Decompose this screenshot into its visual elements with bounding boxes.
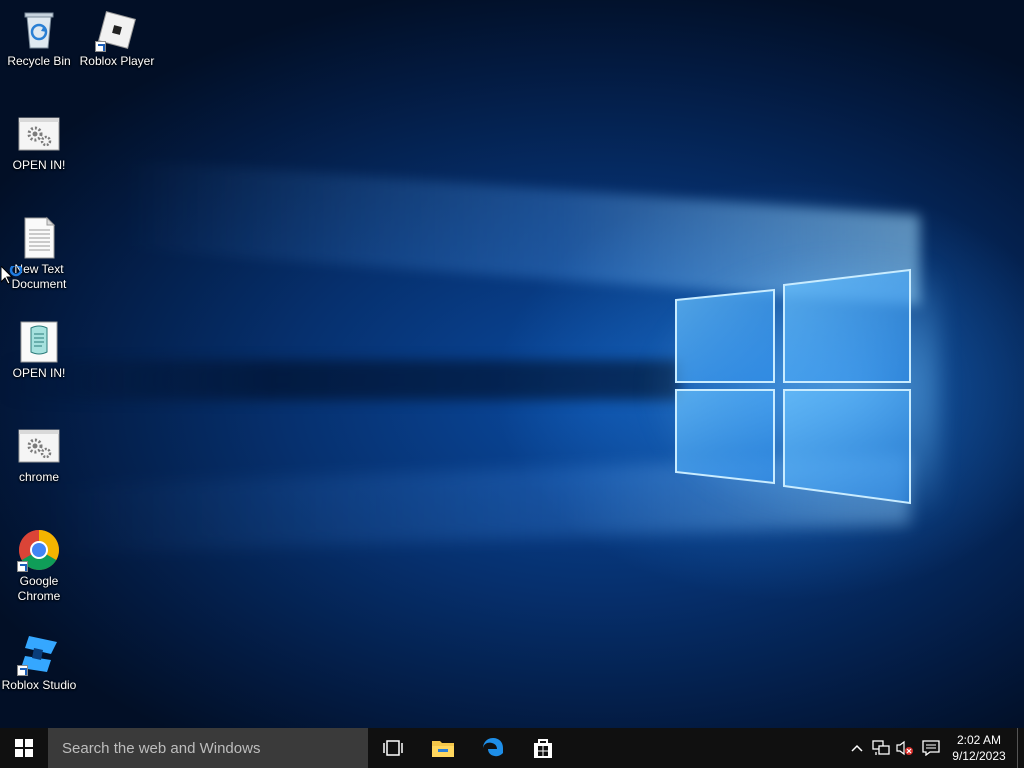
volume-button[interactable]	[893, 728, 917, 768]
system-tray: 2:02 AM 9/12/2023	[845, 728, 1024, 768]
desktop-icon-recycle-bin[interactable]: Recycle Bin	[1, 8, 77, 69]
action-center-button[interactable]	[917, 728, 945, 768]
shortcut-arrow-icon	[17, 561, 28, 572]
recycle-bin-icon	[17, 8, 61, 52]
edge-icon	[483, 738, 503, 757]
network-button[interactable]	[869, 728, 893, 768]
action-center-icon	[922, 740, 940, 756]
shortcut-arrow-icon	[95, 41, 106, 52]
windows-logo-wallpaper	[675, 268, 911, 505]
clock-time: 2:02 AM	[956, 733, 1002, 747]
volume-muted-icon	[896, 740, 913, 756]
task-view-icon	[383, 740, 403, 756]
settings-file-icon	[17, 424, 61, 468]
desktop-icon-open-in-1[interactable]: OPEN IN!	[1, 112, 77, 173]
network-icon	[872, 740, 890, 755]
desktop-icon-label: OPEN IN!	[12, 366, 66, 380]
busy-cursor-icon	[1, 266, 23, 285]
chevron-up-icon	[851, 744, 863, 752]
windows-start-icon	[15, 739, 33, 757]
show-desktop-button[interactable]	[1017, 728, 1024, 768]
task-view-button[interactable]	[368, 728, 418, 768]
desktop-icon-chrome-file[interactable]: chrome	[1, 424, 77, 485]
show-hidden-icons-button[interactable]	[845, 728, 869, 768]
desktop[interactable]: Recycle Bin Roblox Player OPEN IN! New T…	[0, 0, 1024, 728]
store-button[interactable]	[518, 728, 568, 768]
desktop-icon-label: Roblox Studio	[1, 678, 77, 692]
search-input[interactable]	[60, 738, 354, 758]
desktop-icon-roblox-studio[interactable]: Roblox Studio	[1, 632, 77, 693]
roblox-studio-icon	[17, 632, 61, 676]
roblox-player-icon	[95, 8, 139, 52]
desktop-icon-google-chrome[interactable]: Google Chrome	[1, 528, 77, 604]
chrome-icon	[17, 528, 61, 572]
file-explorer-icon	[432, 741, 454, 757]
start-button[interactable]	[0, 728, 48, 768]
desktop-icon-label: Recycle Bin	[7, 54, 71, 68]
desktop-icon-open-in-2[interactable]: OPEN IN!	[1, 320, 77, 381]
shortcut-arrow-icon	[17, 665, 28, 676]
desktop-icon-label: chrome	[18, 470, 59, 484]
taskbar-search-box[interactable]	[48, 728, 368, 768]
file-explorer-button[interactable]	[418, 728, 468, 768]
edge-button[interactable]	[468, 728, 518, 768]
clock-date: 9/12/2023	[952, 749, 1006, 763]
text-document-icon	[17, 216, 61, 260]
desktop-icon-label: OPEN IN!	[12, 158, 66, 172]
desktop-icon-label: Google Chrome	[17, 574, 61, 603]
taskbar-clock[interactable]: 2:02 AM 9/12/2023	[945, 732, 1013, 764]
desktop-icon-roblox-player[interactable]: Roblox Player	[79, 8, 155, 69]
settings-file-icon	[17, 112, 61, 156]
desktop-icon-label: Roblox Player	[79, 54, 155, 68]
script-file-icon	[17, 320, 61, 364]
store-icon	[534, 739, 552, 758]
taskbar: 2:02 AM 9/12/2023	[0, 728, 1024, 768]
